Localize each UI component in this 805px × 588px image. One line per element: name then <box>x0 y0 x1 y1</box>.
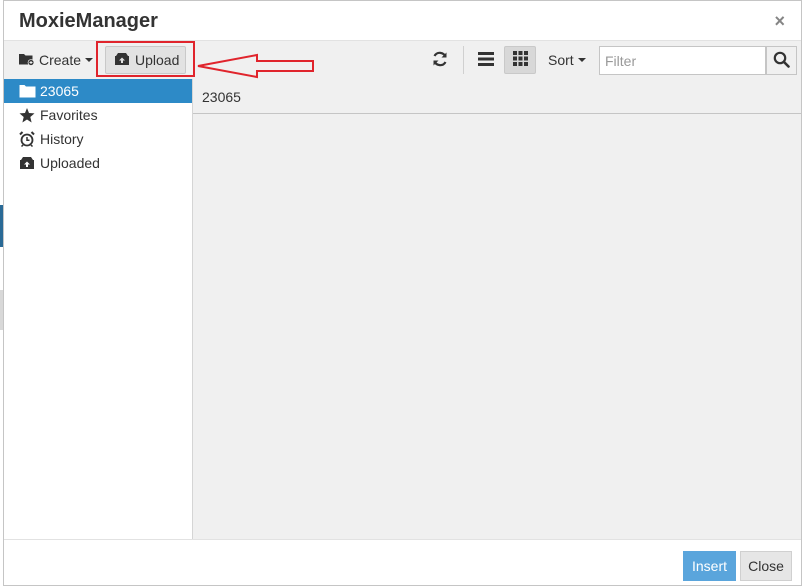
toolbar: Create Upload Sort Filter <box>4 41 801 79</box>
list-icon <box>478 51 494 69</box>
star-icon <box>19 107 36 123</box>
sidebar-item-uploaded[interactable]: Uploaded <box>4 151 192 175</box>
alarm-clock-icon <box>19 131 36 147</box>
dialog-footer: Insert Close <box>4 539 801 585</box>
chevron-down-icon <box>85 58 94 62</box>
refresh-icon <box>431 50 449 71</box>
upload-box-icon <box>19 155 36 171</box>
sort-button[interactable]: Sort <box>548 46 586 74</box>
sort-label: Sort <box>548 52 574 68</box>
sidebar-item-label: 23065 <box>40 83 79 99</box>
insert-button[interactable]: Insert <box>683 551 736 581</box>
thumbnail-view-button[interactable] <box>504 46 536 74</box>
close-button[interactable]: Close <box>740 551 792 581</box>
sidebar-item-history[interactable]: History <box>4 127 192 151</box>
folder-icon <box>19 83 36 99</box>
search-button[interactable] <box>766 46 797 75</box>
sidebar-item-label: History <box>40 131 84 147</box>
annotation-highlight-box <box>96 41 195 77</box>
refresh-button[interactable] <box>430 46 450 74</box>
dialog-title: MoxieManager <box>19 10 158 32</box>
toolbar-divider <box>463 46 464 74</box>
file-list-area[interactable] <box>193 114 801 539</box>
create-button[interactable]: Create <box>16 46 95 74</box>
sidebar: 23065 Favorites History Uploaded <box>4 79 193 539</box>
close-icon[interactable]: × <box>774 11 785 32</box>
grid-icon <box>512 51 528 69</box>
sidebar-item-folder[interactable]: 23065 <box>4 79 192 103</box>
search-icon <box>773 51 790 71</box>
moxiemanager-dialog: MoxieManager × Create Upload Sort Filter… <box>3 0 802 586</box>
sidebar-item-label: Uploaded <box>40 155 100 171</box>
breadcrumb: 23065 <box>193 79 801 114</box>
sidebar-item-label: Favorites <box>40 107 98 123</box>
new-folder-icon <box>18 52 35 69</box>
current-path[interactable]: 23065 <box>202 89 241 105</box>
sidebar-item-favorites[interactable]: Favorites <box>4 103 192 127</box>
title-bar: MoxieManager × <box>4 1 801 41</box>
annotation-arrow <box>197 53 314 79</box>
list-view-button[interactable] <box>474 46 498 74</box>
chevron-down-icon <box>577 58 586 62</box>
create-label: Create <box>39 52 82 68</box>
filter-input[interactable] <box>599 46 766 75</box>
